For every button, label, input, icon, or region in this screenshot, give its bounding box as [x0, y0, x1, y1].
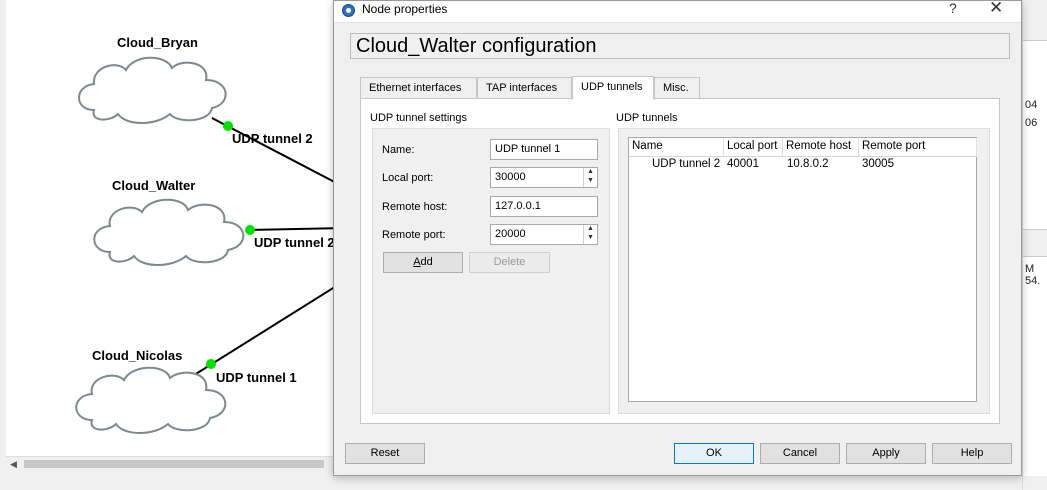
dialog-title: Node properties — [362, 2, 448, 16]
udp-tunnel-settings-title: UDP tunnel settings — [370, 112, 468, 124]
table-cell-local-port: 40001 — [727, 158, 759, 170]
cloud-bryan-icon — [78, 56, 227, 124]
node-label-walter[interactable]: Cloud_Walter — [112, 178, 195, 193]
column-header-remote-host[interactable]: Remote host — [783, 138, 859, 157]
spin-down-icon[interactable]: ▼ — [587, 177, 594, 184]
spin-down-icon[interactable]: ▼ — [587, 234, 594, 241]
reset-button[interactable]: Reset — [345, 443, 425, 464]
column-header-local-port[interactable]: Local port — [724, 138, 783, 157]
cancel-button[interactable]: Cancel — [760, 443, 840, 464]
background-panel: 04 06 M 54. — [1022, 0, 1047, 490]
spin-up-icon[interactable]: ▲ — [587, 168, 594, 175]
link-endpoint-walter — [245, 225, 255, 235]
table-cell-remote-host: 10.8.0.2 — [787, 158, 829, 170]
remote-port-spinbox[interactable]: 20000 ▲ ▼ — [490, 224, 598, 245]
column-header-name[interactable]: Name — [629, 138, 724, 157]
local-port-stepper[interactable]: ▲ ▼ — [583, 168, 597, 187]
link-label-walter: UDP tunnel 2 — [254, 235, 335, 250]
ok-button[interactable]: OK — [674, 443, 754, 464]
table-cell-name: UDP tunnel 2 — [652, 158, 721, 170]
background-fragment: M 54. — [1025, 263, 1041, 287]
link-endpoint-bryan — [223, 121, 233, 131]
link-endpoint-nicolas — [206, 359, 216, 369]
udp-tunnels-table[interactable]: Name Local port Remote host Remote port … — [628, 137, 977, 402]
canvas-horizontal-scrollbar[interactable]: ◀ — [6, 456, 346, 470]
background-panel-bottom: M 54. — [1023, 256, 1047, 476]
configuration-header: Cloud_Walter configuration — [350, 33, 1010, 59]
link-walter — [249, 227, 346, 231]
name-input[interactable]: UDP tunnel 1 — [490, 139, 598, 160]
background-fragment: 06 — [1025, 117, 1038, 129]
tab-ethernet-interfaces[interactable]: Ethernet interfaces — [360, 77, 477, 99]
delete-button[interactable]: Delete — [469, 252, 550, 273]
remote-port-label: Remote port: — [382, 229, 446, 241]
spin-up-icon[interactable]: ▲ — [587, 225, 594, 232]
configuration-title: Cloud_Walter configuration — [356, 35, 597, 57]
dialog-titlebar[interactable]: Node properties ? ✕ — [334, 0, 1021, 23]
topology-canvas[interactable]: Cloud_Bryan Cloud_Walter Cloud_Nicolas U… — [0, 0, 346, 470]
scroll-thumb[interactable] — [24, 460, 324, 468]
add-button[interactable]: Add — [383, 252, 463, 273]
apply-button[interactable]: Apply — [846, 443, 926, 464]
local-port-value: 30000 — [495, 171, 526, 183]
tab-udp-tunnels[interactable]: UDP tunnels — [572, 76, 654, 100]
scroll-left-icon[interactable]: ◀ — [10, 459, 17, 470]
node-label-nicolas[interactable]: Cloud_Nicolas — [92, 348, 182, 363]
name-label: Name: — [382, 144, 415, 156]
tab-tap-interfaces[interactable]: TAP interfaces — [477, 77, 572, 99]
background-panel-top: 04 06 — [1023, 40, 1047, 230]
local-port-label: Local port: — [382, 172, 434, 184]
help-icon[interactable]: ? — [949, 0, 957, 16]
local-port-spinbox[interactable]: 30000 ▲ ▼ — [490, 167, 598, 188]
cloud-walter-icon — [93, 198, 245, 266]
link-label-bryan: UDP tunnel 2 — [232, 131, 313, 146]
background-fragment: 04 — [1025, 99, 1038, 111]
column-header-remote-port[interactable]: Remote port — [859, 138, 977, 157]
remote-port-value: 20000 — [495, 228, 526, 240]
remote-host-label: Remote host: — [382, 201, 448, 213]
remote-port-stepper[interactable]: ▲ ▼ — [583, 225, 597, 244]
node-label-bryan[interactable]: Cloud_Bryan — [117, 35, 198, 50]
udp-tunnels-title: UDP tunnels — [616, 112, 678, 124]
table-cell-remote-port: 30005 — [862, 158, 894, 170]
close-icon[interactable]: ✕ — [989, 0, 1003, 18]
app-icon — [342, 4, 355, 17]
link-label-nicolas: UDP tunnel 1 — [216, 370, 297, 385]
help-button[interactable]: Help — [932, 443, 1012, 464]
tab-misc[interactable]: Misc. — [654, 77, 700, 99]
cloud-nicolas-icon — [75, 366, 227, 434]
remote-host-input[interactable]: 127.0.0.1 — [490, 196, 598, 217]
